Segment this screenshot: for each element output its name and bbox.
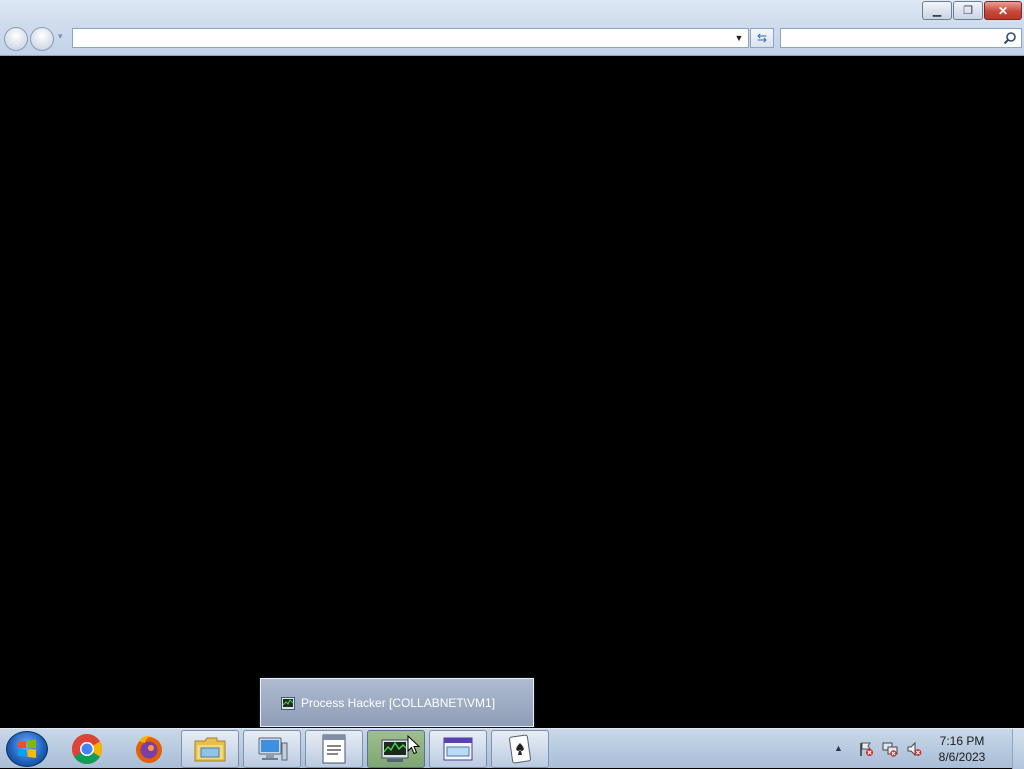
file-explorer-icon	[194, 737, 226, 762]
solitaire-icon	[509, 734, 531, 764]
search-icon[interactable]	[1003, 31, 1017, 45]
computer-icon	[258, 737, 288, 761]
clock[interactable]: 7:16 PM 8/6/2023	[930, 733, 994, 765]
restore-icon: ❐	[963, 5, 973, 17]
taskbar: ▲ 7:16 PM 8/6/2023	[0, 728, 1024, 769]
volume-muted-icon[interactable]	[906, 741, 922, 757]
address-bar[interactable]: ▼	[72, 28, 749, 48]
start-button[interactable]	[6, 731, 48, 767]
taskbar-chrome[interactable]	[58, 730, 116, 768]
action-center-flag-icon[interactable]	[858, 741, 874, 757]
back-button[interactable]	[4, 27, 28, 51]
taskbar-thumbnail-popup[interactable]: Process Hacker [COLLABNET\VM1]	[260, 678, 534, 727]
system-tray: ▲ 7:16 PM 8/6/2023	[834, 729, 1024, 769]
show-hidden-icons-icon[interactable]: ▲	[834, 743, 843, 753]
taskbar-file-explorer[interactable]	[181, 730, 239, 768]
notepad-icon	[322, 734, 346, 764]
browser-window: ▁ ❐ ✕ ▾ ▼ ⇆	[0, 0, 1024, 728]
minimize-icon: ▁	[932, 5, 942, 17]
search-input[interactable]	[780, 28, 1022, 48]
taskbar-window-app[interactable]	[429, 730, 487, 768]
close-icon: ✕	[997, 3, 1009, 18]
minimize-button[interactable]: ▁	[922, 1, 952, 20]
title-bar: ▁ ❐ ✕ ▾ ▼ ⇆	[0, 0, 1024, 56]
close-button[interactable]: ✕	[984, 1, 1022, 20]
clock-date: 8/6/2023	[938, 750, 986, 764]
process-hacker-small-icon	[281, 697, 295, 710]
chrome-icon	[71, 734, 103, 765]
taskbar-firefox[interactable]	[120, 730, 178, 768]
popup-window-title[interactable]: Process Hacker [COLLABNET\VM1]	[301, 696, 495, 710]
show-desktop-button[interactable]	[1012, 729, 1024, 769]
windows-logo-icon	[18, 739, 36, 758]
taskbar-solitaire[interactable]	[491, 730, 549, 768]
refresh-icon: ⇆	[756, 31, 768, 45]
mouse-cursor-icon	[407, 735, 421, 755]
clock-time: 7:16 PM	[939, 734, 985, 748]
forward-button[interactable]	[30, 27, 54, 51]
taskbar-notepad[interactable]	[305, 730, 363, 768]
firefox-icon	[136, 735, 162, 763]
window-app-icon	[443, 737, 473, 761]
taskbar-computer[interactable]	[243, 730, 301, 768]
address-dropdown-icon[interactable]: ▼	[732, 31, 746, 45]
recent-pages-dropdown-icon[interactable]: ▾	[58, 31, 63, 42]
caption-buttons: ▁ ❐ ✕	[921, 1, 1022, 20]
refresh-button[interactable]: ⇆	[750, 28, 774, 48]
restore-button[interactable]: ❐	[953, 1, 983, 20]
network-icon[interactable]	[882, 741, 898, 757]
